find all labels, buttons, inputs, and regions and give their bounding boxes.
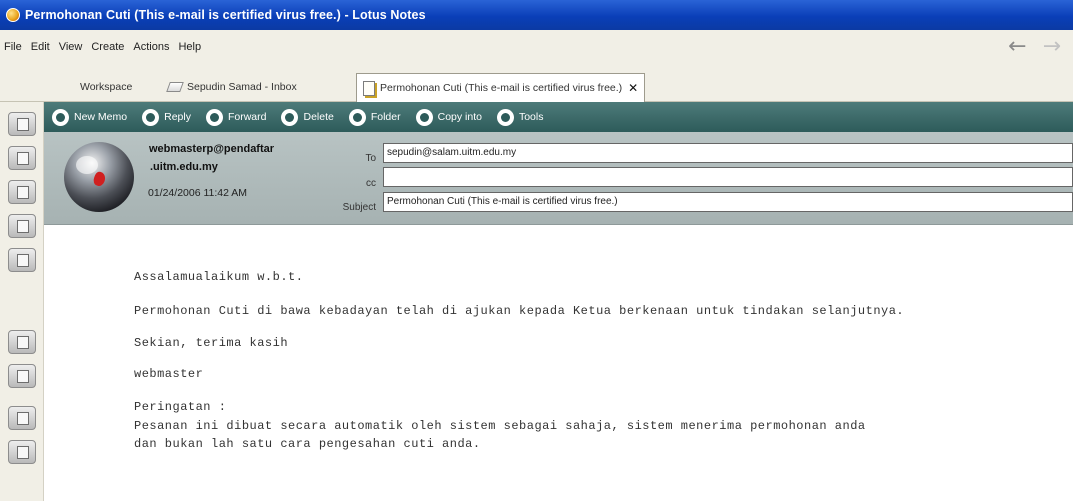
tools-icon xyxy=(496,108,514,126)
tab-bar: Workspace Sepudin Samad - Inbox Permohon… xyxy=(0,64,1073,102)
menu-help[interactable]: Help xyxy=(178,41,201,53)
delete-label: Delete xyxy=(303,111,334,123)
closing-line: Sekian, terima kasih xyxy=(134,336,289,350)
bookmark-history-icon[interactable] xyxy=(8,440,36,464)
folder-button[interactable]: Folder xyxy=(348,108,401,126)
cc-label: cc xyxy=(366,178,376,189)
tab-current-label: Permohonan Cuti (This e-mail is certifie… xyxy=(380,82,623,94)
memo-icon xyxy=(363,80,375,96)
globe-avatar xyxy=(64,142,134,212)
reply-button[interactable]: Reply xyxy=(142,108,191,126)
sent-date: 01/24/2006 11:42 AM xyxy=(148,187,248,199)
signature-line: webmaster xyxy=(134,367,204,381)
bookmark-folder-icon[interactable] xyxy=(8,406,36,430)
forward-button[interactable]: Forward xyxy=(205,108,267,126)
sender-domain: .uitm.edu.my xyxy=(150,161,218,173)
delete-button[interactable]: Delete xyxy=(281,108,334,126)
menu-create[interactable]: Create xyxy=(91,41,124,53)
tools-button[interactable]: Tools xyxy=(496,108,544,126)
action-toolbar: New Memo Reply Forward Delete Folder Cop… xyxy=(44,102,1073,132)
menu-bar: File Edit View Create Actions Help xyxy=(0,30,1073,64)
forward-label: Forward xyxy=(227,111,267,123)
notice-heading: Peringatan : xyxy=(134,400,227,414)
bookmark-favorites-icon[interactable] xyxy=(8,364,36,388)
notice-line-1: Pesanan ini dibuat secara automatik oleh… xyxy=(134,419,866,433)
new-memo-icon xyxy=(52,108,69,126)
inbox-icon xyxy=(166,82,184,92)
menu-file[interactable]: File xyxy=(4,41,22,53)
copy-into-icon xyxy=(415,108,433,126)
menu-view[interactable]: View xyxy=(59,41,83,53)
notice-line-2: dan bukan lah satu cara pengesahan cuti … xyxy=(134,437,481,451)
navigation-arrows: ← → xyxy=(1008,36,1061,58)
bookmark-databases-icon[interactable] xyxy=(8,330,36,354)
to-label: To xyxy=(365,153,376,164)
reply-icon xyxy=(142,108,160,126)
subject-field[interactable]: Permohonan Cuti (This e-mail is certifie… xyxy=(383,192,1073,212)
bookmark-mail-icon[interactable] xyxy=(8,112,36,136)
tab-inbox-label: Sepudin Samad - Inbox xyxy=(187,81,297,93)
bookmark-todo-icon[interactable] xyxy=(8,214,36,238)
memo-body[interactable]: Assalamualaikum w.b.t. Permohonan Cuti d… xyxy=(44,226,1073,501)
subject-label: Subject xyxy=(342,202,376,213)
bookmark-calendar-icon[interactable] xyxy=(8,146,36,170)
menu-actions[interactable]: Actions xyxy=(133,41,169,53)
lotus-notes-icon xyxy=(6,8,20,22)
greeting-line: Assalamualaikum w.b.t. xyxy=(134,270,304,284)
delete-icon xyxy=(281,108,299,126)
reply-label: Reply xyxy=(164,111,191,123)
bookmark-contacts-icon[interactable] xyxy=(8,180,36,204)
new-memo-button[interactable]: New Memo xyxy=(52,108,128,126)
folder-icon xyxy=(348,108,366,126)
tab-close-icon[interactable]: ✕ xyxy=(628,81,638,95)
copy-into-button[interactable]: Copy into xyxy=(415,108,482,126)
forward-arrow-icon[interactable]: → xyxy=(1043,36,1061,58)
forward-icon xyxy=(205,108,223,126)
tab-workspace-label: Workspace xyxy=(80,81,133,93)
sender-name: webmasterp@pendaftar xyxy=(149,143,275,155)
tab-workspace[interactable]: Workspace xyxy=(80,74,132,100)
menu-edit[interactable]: Edit xyxy=(31,41,50,53)
tab-inbox[interactable]: Sepudin Samad - Inbox xyxy=(166,74,297,100)
tab-current-memo[interactable]: Permohonan Cuti (This e-mail is certifie… xyxy=(356,73,646,102)
to-field[interactable]: sepudin@salam.uitm.edu.my xyxy=(383,143,1073,163)
title-bar: Permohonan Cuti (This e-mail is certifie… xyxy=(0,0,1073,30)
folder-label: Folder xyxy=(370,111,401,123)
memo-header: webmasterp@pendaftar .uitm.edu.my 01/24/… xyxy=(44,132,1073,225)
window-title: Permohonan Cuti (This e-mail is certifie… xyxy=(25,8,426,22)
tools-label: Tools xyxy=(518,111,544,123)
body-paragraph: Permohonan Cuti di bawa kebadayan telah … xyxy=(134,304,905,318)
new-memo-label: New Memo xyxy=(74,111,128,123)
bookmark-sidebar xyxy=(0,102,44,501)
cc-field[interactable] xyxy=(383,167,1073,187)
bookmark-replicator-icon[interactable] xyxy=(8,248,36,272)
copy-into-label: Copy into xyxy=(437,111,482,123)
back-arrow-icon[interactable]: ← xyxy=(1008,36,1026,58)
